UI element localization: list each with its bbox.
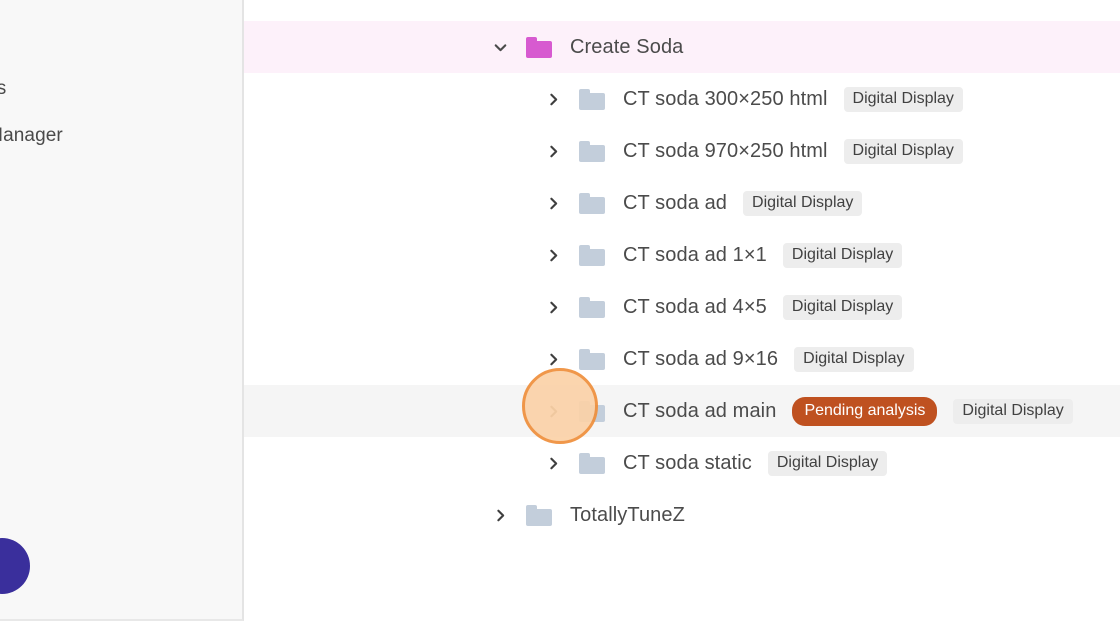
folder-icon bbox=[526, 36, 552, 58]
tree-row-ct-soda-ad[interactable]: CT soda ad Digital Display bbox=[244, 177, 1120, 229]
row-label: CT soda 300×250 html bbox=[623, 87, 828, 110]
tree-row-ct-soda-static[interactable]: CT soda static Digital Display bbox=[244, 437, 1120, 489]
row-label: Create Soda bbox=[570, 35, 684, 58]
chevron-down-icon[interactable] bbox=[488, 35, 512, 59]
status-badge: Digital Display bbox=[767, 450, 888, 476]
tree-row-ct-soda-ad-main[interactable]: CT soda ad main Pending analysis Digital… bbox=[244, 385, 1120, 437]
folder-icon bbox=[579, 244, 605, 266]
chevron-right-icon[interactable] bbox=[541, 191, 565, 215]
chevron-right-icon[interactable] bbox=[541, 243, 565, 267]
folder-icon bbox=[579, 296, 605, 318]
folder-icon bbox=[579, 452, 605, 474]
folder-tree-panel: Create CT AZZY 2023 Create Soda bbox=[244, 0, 1120, 626]
tree-row-ct-soda-ad-9x16[interactable]: CT soda ad 9×16 Digital Display bbox=[244, 333, 1120, 385]
tree-row-ct-soda-ad-4x5[interactable]: CT soda ad 4×5 Digital Display bbox=[244, 281, 1120, 333]
row-label: CT soda ad main bbox=[623, 399, 777, 422]
row-label: CT soda 970×250 html bbox=[623, 139, 828, 162]
sidebar-item-workflow-manager[interactable]: kflow Manager bbox=[0, 125, 63, 147]
row-label: TotallyTuneZ bbox=[570, 503, 685, 526]
avatar[interactable] bbox=[0, 538, 30, 594]
status-badge: Digital Display bbox=[782, 294, 903, 320]
pending-analysis-badge: Pending analysis bbox=[792, 396, 938, 426]
sidebar: …ration ration grations kflow Manager bbox=[0, 0, 244, 621]
folder-icon bbox=[579, 192, 605, 214]
click-indicator bbox=[522, 368, 598, 444]
chevron-right-icon[interactable] bbox=[541, 451, 565, 475]
row-label: CT soda ad 9×16 bbox=[623, 347, 779, 370]
chevron-right-icon[interactable] bbox=[541, 139, 565, 163]
folder-icon bbox=[579, 140, 605, 162]
row-label: CT soda static bbox=[623, 451, 752, 474]
row-label: CT soda ad 4×5 bbox=[623, 295, 767, 318]
status-badge: Digital Display bbox=[953, 398, 1073, 424]
status-badge: Digital Display bbox=[743, 190, 863, 216]
tree-row-ct-soda-ad-1x1[interactable]: CT soda ad 1×1 Digital Display bbox=[244, 229, 1120, 281]
status-badge: Digital Display bbox=[794, 346, 914, 372]
folder-icon bbox=[579, 88, 605, 110]
sidebar-item-integrations[interactable]: grations bbox=[0, 78, 6, 100]
row-label: CT soda ad 1×1 bbox=[623, 243, 767, 266]
tree-row-ct-soda-300x250-html[interactable]: CT soda 300×250 html Digital Display bbox=[244, 73, 1120, 125]
table-row[interactable]: Create CT AZZY 2023 bbox=[244, 0, 1120, 7]
folder-icon bbox=[526, 504, 552, 526]
status-badge: Digital Display bbox=[843, 138, 963, 164]
tree-row-totallytunez[interactable]: TotallyTuneZ bbox=[244, 489, 1120, 541]
chevron-right-icon[interactable] bbox=[488, 503, 512, 527]
tree-row-create-soda[interactable]: Create Soda bbox=[244, 21, 1120, 73]
folder-icon bbox=[579, 348, 605, 370]
status-badge: Digital Display bbox=[843, 86, 963, 112]
row-label: CT soda ad bbox=[623, 191, 728, 214]
chevron-right-icon[interactable] bbox=[541, 295, 565, 319]
tree-row-ct-soda-970x250-html[interactable]: CT soda 970×250 html Digital Display bbox=[244, 125, 1120, 177]
status-badge: Digital Display bbox=[782, 242, 903, 268]
app-root: …ration ration grations kflow Manager Cr… bbox=[0, 0, 1120, 626]
chevron-right-icon[interactable] bbox=[541, 87, 565, 111]
